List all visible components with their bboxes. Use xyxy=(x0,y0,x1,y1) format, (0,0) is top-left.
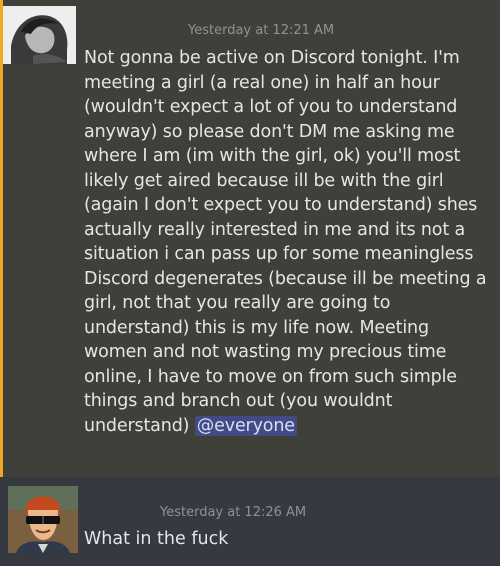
user-avatar-icon xyxy=(3,6,76,64)
user-avatar-icon xyxy=(8,486,78,553)
mention-highlight-bar xyxy=(0,0,3,477)
message-timestamp: Yesterday at 12:26 AM xyxy=(160,505,307,520)
message-content: Not gonna be active on Discord tonight. … xyxy=(84,46,494,438)
everyone-mention[interactable]: @everyone xyxy=(194,415,297,436)
message-highlighted[interactable]: Yesterday at 12:21 AM Not gonna be activ… xyxy=(0,0,500,477)
message-timestamp: Yesterday at 12:21 AM xyxy=(188,23,335,38)
message[interactable]: Yesterday at 12:26 AM What in the fuck xyxy=(0,477,500,566)
avatar[interactable] xyxy=(8,486,78,553)
avatar[interactable] xyxy=(3,6,76,64)
message-text: Not gonna be active on Discord tonight. … xyxy=(84,48,487,436)
message-text: What in the fuck xyxy=(84,529,229,549)
